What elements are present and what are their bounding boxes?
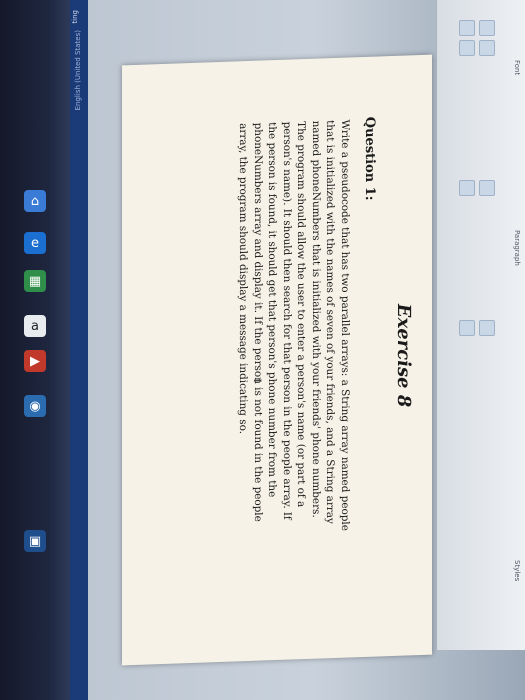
- document-title: Exercise 8: [393, 303, 414, 408]
- text-cursor-icon: I: [251, 378, 262, 383]
- folder-icon[interactable]: ▣: [24, 530, 46, 552]
- app-icon-1[interactable]: ⌂: [24, 190, 46, 212]
- body-line: named phoneNumbers that is initialized w…: [310, 120, 322, 518]
- body-line: array, the program should display a mess…: [237, 122, 250, 435]
- photographed-screen: ⌂ e ▦ a ▶ ◉ ▣ English (United States) ti…: [0, 0, 525, 700]
- ribbon-font-group: Font: [513, 60, 521, 76]
- store-icon[interactable]: ▦: [24, 270, 46, 292]
- ribbon-paragraph-group: Paragraph: [513, 230, 521, 266]
- ribbon-button[interactable]: [459, 180, 475, 196]
- body-line: the person is found, it should get that …: [266, 121, 279, 498]
- question-body: Write a pseudocode that has two parallel…: [236, 119, 352, 623]
- ribbon-styles-group: Styles: [513, 560, 521, 582]
- document-content: Exercise 8 Question 1: Write a pseudocod…: [122, 55, 432, 666]
- ribbon-button[interactable]: [459, 40, 475, 56]
- body-line: Write a pseudocode that has two parallel…: [339, 119, 351, 532]
- media-icon[interactable]: ▶: [24, 350, 46, 372]
- ribbon-button[interactable]: [459, 20, 475, 36]
- ribbon-button[interactable]: [459, 320, 475, 336]
- ribbon-button[interactable]: [479, 40, 495, 56]
- amazon-icon[interactable]: a: [24, 315, 46, 337]
- ribbon: Font Paragraph Styles: [436, 0, 525, 650]
- ribbon-button[interactable]: [479, 320, 495, 336]
- photos-icon[interactable]: ◉: [24, 395, 46, 417]
- body-line: that is initialized with the names of se…: [324, 119, 337, 525]
- question-label: Question 1:: [362, 116, 377, 201]
- taskbar: ⌂ e ▦ a ▶ ◉ ▣: [0, 0, 70, 700]
- document-page[interactable]: Exercise 8 Question 1: Write a pseudocod…: [122, 54, 432, 666]
- body-line: The program should allow the user to ent…: [295, 120, 308, 508]
- ribbon-button[interactable]: [479, 20, 495, 36]
- ribbon-button[interactable]: [479, 180, 495, 196]
- page-info: ting: [71, 10, 79, 24]
- body-line: person's name). It should then search fo…: [281, 121, 293, 521]
- body-line: phoneNumbers array and display it. If th…: [252, 122, 264, 523]
- edge-icon[interactable]: e: [24, 232, 46, 254]
- language-indicator[interactable]: English (United States): [74, 30, 82, 110]
